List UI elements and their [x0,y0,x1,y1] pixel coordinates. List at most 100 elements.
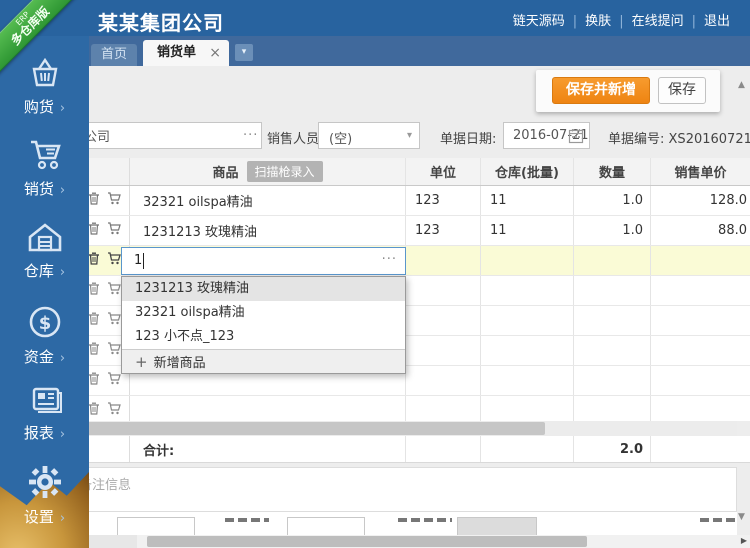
sidebar-item-reports[interactable]: 报表› [0,384,89,443]
sidebar-item-warehouse[interactable]: 仓库› [0,222,89,281]
bill-date-input[interactable]: 2016-07-21 [503,122,590,149]
product-suggest-dropdown: 1231213 玫瑰精油 32321 oilspa精油 123 小不点_123 … [121,276,406,374]
row-cart-icon[interactable] [107,282,121,299]
close-icon[interactable]: × [209,40,221,66]
row-cart-icon[interactable] [107,222,121,239]
sidebar-item-label: 销货 [24,180,54,198]
add-new-product-label: 新增商品 [154,356,206,371]
product-search-input[interactable]: 1 ··· [121,247,406,275]
chevron-right-icon: › [54,183,65,198]
scrollbar-thumb[interactable] [85,422,545,435]
suggest-item[interactable]: 123 小不点_123 [122,325,405,349]
scroll-down-icon[interactable]: ▼ [738,512,745,522]
footer-input[interactable] [117,517,195,535]
bill-number-value: XS20160721142 [669,132,750,147]
trash-icon[interactable] [88,222,100,239]
customer-company-input[interactable] [73,122,262,149]
row-cart-icon[interactable] [107,192,121,209]
cart-icon [25,138,65,172]
notes-textarea[interactable]: 备注信息 [70,467,737,512]
trash-icon[interactable] [88,402,100,419]
total-label: 合计: [130,436,406,462]
sidebar-item-label: 设置 [24,508,54,526]
cell-product[interactable] [130,396,406,421]
bill-date-label: 单据日期: [440,128,496,147]
caret-down-icon: ▾ [242,47,247,57]
row-cart-icon[interactable] [107,252,121,269]
sidebar-item-funds[interactable]: $ 资金› [0,304,89,367]
row-cart-icon[interactable] [107,402,121,419]
tab-home[interactable]: 首页 [91,44,137,66]
trash-icon[interactable] [88,312,100,329]
page-horizontal-scrollbar[interactable]: ▶ [89,535,750,548]
cell-warehouse[interactable]: 11 [481,186,574,215]
cell-warehouse [481,276,574,305]
trash-icon[interactable] [88,282,100,299]
footer-input[interactable] [287,517,365,535]
tab-sales-order[interactable]: 销货单 × [143,40,229,66]
cell-price [651,246,750,275]
sidebar-item-sales[interactable]: 销货› [0,138,89,199]
cell-warehouse [481,336,574,365]
salesperson-select[interactable]: (空) ▾ [318,122,420,149]
cell-price [651,336,750,365]
save-button[interactable]: 保存 [658,77,706,104]
header-warehouse: 仓库(批量) [481,158,574,185]
cell-product[interactable]: 32321 oilspa精油 [130,186,406,215]
cell-qty[interactable]: 1.0 [574,186,651,215]
product-header-label: 商品 [212,162,238,181]
link-source[interactable]: 链天源码 [507,14,571,29]
sidebar-item-settings[interactable]: 设置› [0,464,89,527]
product-picker-ellipsis[interactable]: ··· [382,252,397,267]
table-row: + 32321 oilspa精油 123 11 1.0 128.0 [85,186,750,216]
cell-qty [574,366,651,395]
trash-icon[interactable] [88,342,100,359]
cell-product[interactable]: 1231213 玫瑰精油 [130,216,406,245]
suggest-item[interactable]: 1231213 玫瑰精油 [122,277,405,301]
add-new-product-item[interactable]: +新增商品 [122,349,405,373]
cell-unit [406,306,481,335]
cell-warehouse [481,396,574,421]
tab-label: 销货单 [157,45,196,60]
cell-price[interactable]: 88.0 [651,216,750,245]
chevron-right-icon: › [54,351,65,366]
link-separator: | [690,14,698,29]
scroll-up-icon[interactable]: ▲ [738,80,745,90]
company-picker-ellipsis[interactable]: ··· [243,128,258,143]
suggest-item[interactable]: 32321 oilspa精油 [122,301,405,325]
cell-unit[interactable]: 123 [406,216,481,245]
gear-icon [27,464,63,500]
top-bar: 某某集团公司 链天源码|换肤|在线提问|退出 [0,0,750,36]
row-cart-icon[interactable] [107,372,121,389]
scrollbar-track-left[interactable] [89,535,137,548]
total-row: 合计: 2.0 [85,436,750,463]
cell-unit [406,336,481,365]
money-icon: $ [27,304,63,340]
scroll-right-icon[interactable]: ▶ [741,536,747,545]
footer-label-fragment [398,518,452,522]
trash-icon[interactable] [88,252,100,269]
save-and-new-button[interactable]: 保存并新增 [552,77,650,104]
calendar-icon[interactable] [568,128,584,144]
scan-gun-entry-button[interactable]: 扫描枪录入 [247,161,323,182]
table-row: + 1231213 玫瑰精油 123 11 1.0 88.0 [85,216,750,246]
scrollbar-thumb[interactable] [147,536,587,547]
row-cart-icon[interactable] [107,342,121,359]
cell-price[interactable]: 128.0 [651,186,750,215]
link-help[interactable]: 在线提问 [626,14,690,29]
link-logout[interactable]: 退出 [698,14,736,29]
grid-horizontal-scrollbar[interactable] [85,421,737,436]
cell-qty [574,246,651,275]
cell-qty[interactable]: 1.0 [574,216,651,245]
trash-icon[interactable] [88,372,100,389]
cell-unit[interactable]: 123 [406,186,481,215]
total-warehouse-cell [481,436,574,462]
trash-icon[interactable] [88,192,100,209]
link-skin[interactable]: 换肤 [579,14,617,29]
cell-price [651,276,750,305]
bill-number: 单据编号: XS20160721142 [608,128,750,147]
tab-list-button[interactable]: ▾ [235,44,253,61]
cell-warehouse[interactable]: 11 [481,216,574,245]
sidebar-item-purchase[interactable]: 购货› [0,58,89,117]
row-cart-icon[interactable] [107,312,121,329]
